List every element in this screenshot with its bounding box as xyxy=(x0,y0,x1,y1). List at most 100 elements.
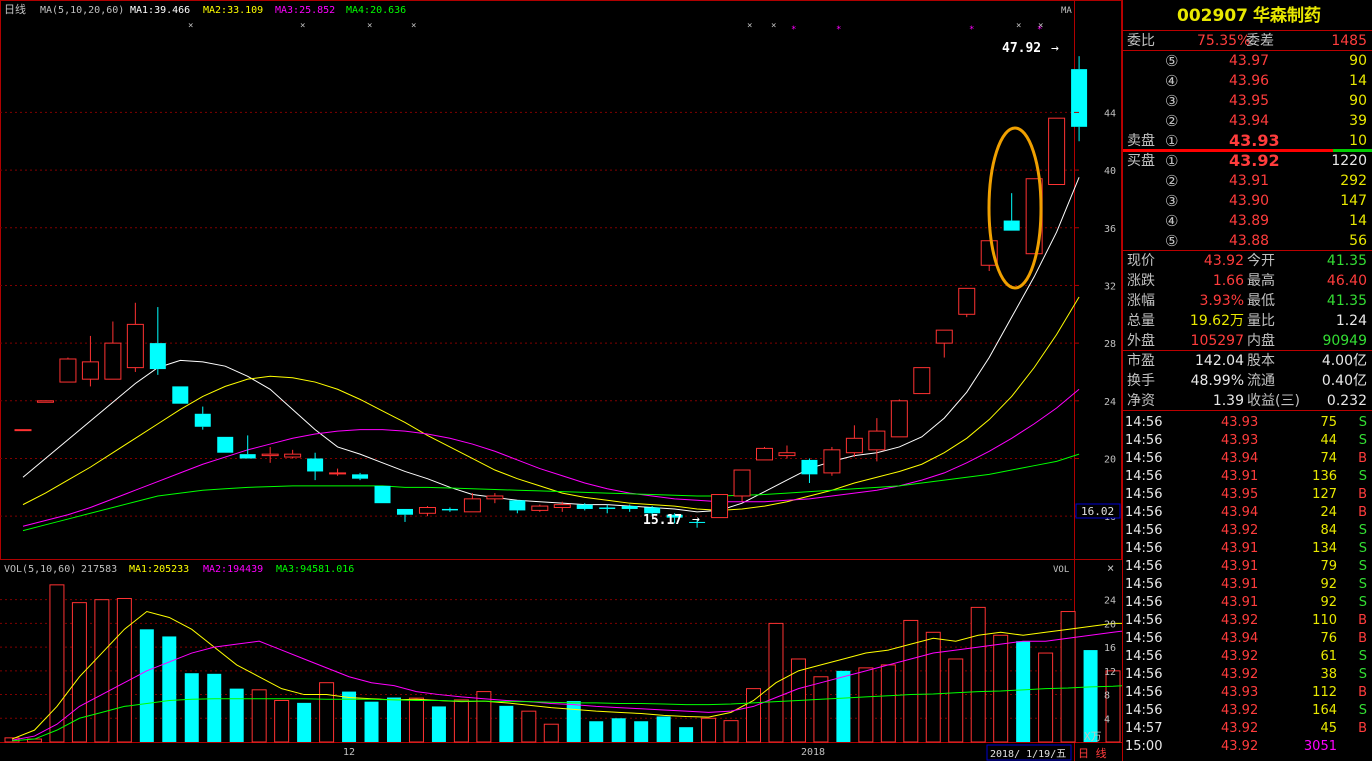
tick-price: 43.93 xyxy=(1221,415,1259,430)
tick-volume: 76 xyxy=(1320,631,1337,646)
ask-price: 43.94 xyxy=(1229,113,1270,129)
candle xyxy=(711,494,729,519)
marker-x: × xyxy=(300,21,305,31)
bid-price: 43.89 xyxy=(1229,213,1270,229)
volume-unit: X万 xyxy=(1084,730,1102,743)
stat-value: 48.99% xyxy=(1190,373,1244,389)
tick-row: 14:57 43.92 45 B xyxy=(1123,720,1372,738)
tick-row: 14:56 43.92 110 B xyxy=(1123,612,1372,630)
tick-row: 14:56 43.92 84 S xyxy=(1123,522,1372,540)
tick-row: 14:56 43.94 24 B xyxy=(1123,504,1372,522)
candle xyxy=(1071,56,1088,142)
tick-row: 14:56 43.91 134 S xyxy=(1123,540,1372,558)
candle-body xyxy=(284,453,302,458)
tick-price: 43.93 xyxy=(1221,433,1259,448)
tick-time: 14:56 xyxy=(1125,631,1163,646)
volume-bar xyxy=(184,673,199,742)
candle-body xyxy=(509,500,526,511)
period-button[interactable]: 日 线 xyxy=(1078,746,1107,760)
high-annotation: 47.92 xyxy=(1002,41,1041,56)
volume-bar xyxy=(589,721,604,742)
volume-bar xyxy=(566,701,581,742)
marker-x: × xyxy=(1016,21,1021,31)
tick-volume: 92 xyxy=(1320,577,1337,592)
stock-code: 002907 xyxy=(1177,6,1248,26)
candle-body xyxy=(576,504,593,509)
candle-body xyxy=(36,400,54,403)
volume-tick-label: 20 xyxy=(1104,619,1116,630)
marker-x: × xyxy=(771,21,776,31)
stat-label: 股本 xyxy=(1247,353,1275,369)
volume-tick-label: 4 xyxy=(1104,714,1110,725)
bid-volume: 1220 xyxy=(1331,153,1367,169)
candle-body xyxy=(823,449,841,474)
price-tick-label: 32 xyxy=(1104,281,1116,292)
tick-side: S xyxy=(1358,649,1367,664)
volume-bar xyxy=(993,634,1009,743)
stat-label: 涨跌 xyxy=(1127,273,1155,289)
candle xyxy=(463,493,481,513)
candle xyxy=(352,472,369,481)
candle xyxy=(104,321,122,380)
ma3-legend: MA3:25.852 xyxy=(275,5,335,16)
candle-body xyxy=(418,507,436,514)
candle xyxy=(59,357,77,383)
candle-body xyxy=(81,361,99,380)
quote-panel: 002907 华森制药 委比 75.35% 委差 1485 卖盘 买盘 ⑤ 43.… xyxy=(1122,0,1372,761)
candle-body xyxy=(239,454,256,459)
tick-side: B xyxy=(1358,631,1367,646)
tick-price: 43.91 xyxy=(1221,559,1259,574)
volume-bar xyxy=(836,670,851,742)
candle-body xyxy=(217,436,234,453)
tick-price: 43.92 xyxy=(1221,523,1259,538)
candle xyxy=(284,449,302,459)
tick-volume: 75 xyxy=(1320,415,1337,430)
tick-time: 14:56 xyxy=(1125,667,1163,682)
volume-bar xyxy=(229,688,244,742)
tick-time: 14:56 xyxy=(1125,613,1163,628)
vol-legend-value: 217583 xyxy=(81,564,117,575)
tick-time: 14:57 xyxy=(1125,721,1163,736)
tick-time: 14:56 xyxy=(1125,559,1163,574)
candle-body xyxy=(913,367,931,395)
candle xyxy=(845,425,863,458)
tick-side: S xyxy=(1358,469,1367,484)
stat-label: 净资 xyxy=(1127,393,1155,409)
vol-legend-label: VOL(5,10,60) xyxy=(4,564,76,575)
tick-side: S xyxy=(1358,703,1367,718)
candle xyxy=(958,287,976,318)
tick-volume: 61 xyxy=(1320,649,1337,664)
volume-tick-label: 16 xyxy=(1104,643,1116,654)
stat-label: 最高 xyxy=(1247,273,1275,289)
candle xyxy=(441,507,458,512)
vol-ma1-legend: MA1:205233 xyxy=(129,564,189,575)
volume-bar xyxy=(813,676,829,743)
stat-label: 换手 xyxy=(1127,373,1155,389)
bid-price: 43.92 xyxy=(1229,151,1280,170)
tick-price: 43.92 xyxy=(1221,703,1259,718)
tick-volume: 110 xyxy=(1312,613,1337,628)
candle-body xyxy=(126,323,144,369)
ask-price: 43.97 xyxy=(1229,53,1270,69)
tick-price: 43.92 xyxy=(1221,613,1259,628)
candle-body xyxy=(801,459,818,475)
candle-body xyxy=(59,358,77,383)
stat-value: 19.62万 xyxy=(1189,313,1244,329)
price-tick-label: 24 xyxy=(1104,397,1116,408)
volume-bar xyxy=(543,723,559,743)
stat-label: 涨幅 xyxy=(1127,293,1155,309)
volume-bar xyxy=(49,584,65,743)
volume-bar xyxy=(408,697,424,743)
vol-corner-label: VOL xyxy=(1053,565,1069,575)
volume-bar xyxy=(1083,650,1098,742)
ask-level-icon: ⑤ xyxy=(1165,52,1179,70)
marker-star: * xyxy=(836,25,841,35)
kline-chart[interactable]: 日线 MA(5,10,20,60) MA1:39.466 MA2:33.109 … xyxy=(0,0,1122,761)
candle-body xyxy=(1048,117,1066,186)
close-icon[interactable]: × xyxy=(1107,561,1114,575)
candle-body xyxy=(958,287,976,315)
tick-volume: 136 xyxy=(1312,469,1337,484)
tick-volume: 92 xyxy=(1320,595,1337,610)
stat-label: 流通 xyxy=(1247,373,1275,389)
candle xyxy=(733,469,751,502)
